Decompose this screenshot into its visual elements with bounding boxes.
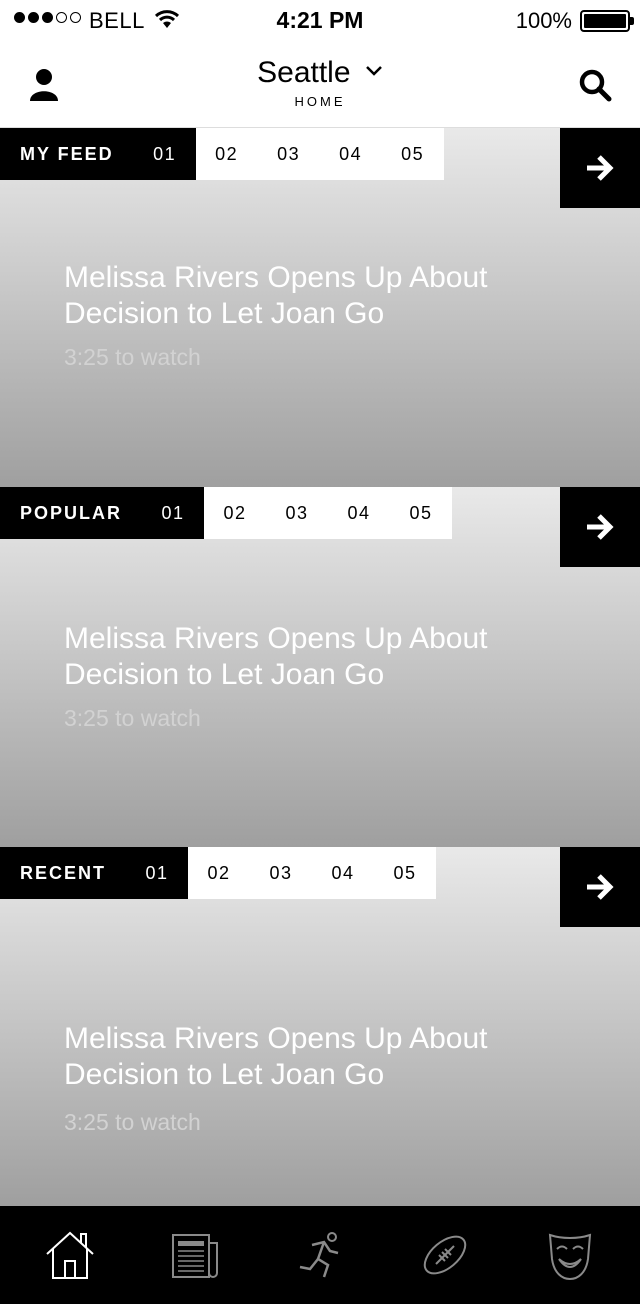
feed-section-recent: RECENT 01 02 03 04 05 Melissa Rivers Ope…: [0, 847, 640, 1206]
section-label: POPULAR: [0, 487, 143, 539]
story-headline[interactable]: Melissa Rivers Opens Up About Decision t…: [64, 260, 534, 332]
status-bar: BELL 4:21 PM 100%: [0, 0, 640, 42]
tab-05[interactable]: 05: [390, 487, 452, 539]
nav-news[interactable]: [165, 1225, 225, 1285]
watch-duration: 3:25 to watch: [64, 1109, 201, 1135]
nav-football[interactable]: [415, 1225, 475, 1285]
battery-percentage: 100%: [515, 8, 572, 33]
tab-01[interactable]: 01: [126, 847, 189, 899]
tab-04[interactable]: 04: [328, 487, 390, 539]
tab-04[interactable]: 04: [312, 847, 374, 899]
feed-section-popular: POPULAR 01 02 03 04 05 Melissa Rivers Op…: [0, 487, 640, 847]
tab-02[interactable]: 02: [188, 847, 250, 899]
chevron-down-icon: [365, 66, 382, 76]
tab-03[interactable]: 03: [266, 487, 328, 539]
feed-section-my-feed: MY FEED 01 02 03 04 05 Melissa Rivers Op…: [0, 128, 640, 488]
next-button[interactable]: [560, 128, 640, 208]
next-button[interactable]: [560, 847, 640, 927]
theater-mask-icon: [548, 1233, 591, 1281]
tab-02[interactable]: 02: [204, 487, 266, 539]
watch-duration: 3:25 to watch: [64, 344, 201, 370]
arrow-right-icon: [587, 514, 614, 540]
tab-05[interactable]: 05: [374, 847, 436, 899]
arrow-right-icon: [587, 874, 614, 900]
location-selector[interactable]: Seattle: [0, 56, 640, 90]
tab-03[interactable]: 03: [258, 128, 320, 180]
tab-04[interactable]: 04: [320, 128, 382, 180]
tab-03[interactable]: 03: [250, 847, 312, 899]
runner-icon: [299, 1232, 339, 1278]
story-headline[interactable]: Melissa Rivers Opens Up About Decision t…: [64, 1021, 534, 1093]
tab-01[interactable]: 01: [133, 128, 196, 180]
section-tab-bar: MY FEED 01 02 03 04 05: [0, 128, 444, 180]
section-label: MY FEED: [0, 128, 134, 180]
newspaper-icon: [172, 1234, 219, 1278]
app-header: Seattle HOME: [0, 42, 640, 128]
battery-icon: [580, 10, 634, 32]
section-tab-bar: POPULAR 01 02 03 04 05: [0, 487, 453, 539]
tab-05[interactable]: 05: [382, 128, 444, 180]
bottom-tab-bar: [0, 1206, 640, 1304]
next-button[interactable]: [560, 487, 640, 567]
search-icon[interactable]: [578, 68, 612, 102]
section-label: RECENT: [0, 847, 127, 899]
football-icon: [423, 1235, 466, 1275]
page-subtitle: HOME: [294, 94, 346, 109]
story-headline[interactable]: Melissa Rivers Opens Up About Decision t…: [64, 621, 534, 693]
watch-duration: 3:25 to watch: [64, 705, 201, 731]
home-icon: [46, 1231, 95, 1279]
nav-sports[interactable]: [290, 1225, 350, 1285]
nav-entertainment[interactable]: [540, 1225, 600, 1285]
nav-home[interactable]: [40, 1225, 100, 1285]
city-name: Seattle: [257, 56, 351, 89]
arrow-right-icon: [587, 155, 614, 181]
section-tab-bar: RECENT 01 02 03 04 05: [0, 847, 437, 899]
tab-01[interactable]: 01: [142, 487, 205, 539]
tab-02[interactable]: 02: [196, 128, 258, 180]
